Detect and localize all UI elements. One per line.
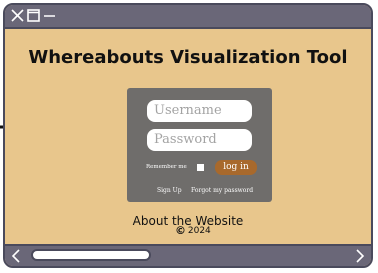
login-button[interactable]: log in [215,160,257,175]
copyright-notice: © 2024 [175,224,211,237]
scrollbar-thumb[interactable] [31,249,151,261]
app-window: Whereabouts Visualization Tool Remember … [3,3,373,268]
login-panel: Remember me log in Sign Up Forgot my pas… [127,88,272,202]
chevron-right-icon[interactable] [355,249,365,263]
remember-me-checkbox[interactable] [197,164,204,171]
minimize-icon[interactable] [43,9,56,22]
copyright-icon: © [175,224,186,237]
remember-me-label: Remember me [146,164,187,170]
horizontal-scrollbar[interactable] [5,244,371,266]
close-icon[interactable] [11,9,24,22]
chevron-left-icon[interactable] [11,249,21,263]
username-input[interactable] [147,100,252,122]
window-titlebar [5,5,371,29]
page-title: Whereabouts Visualization Tool [28,47,348,68]
forgot-password-link[interactable]: Forgot my password [191,187,253,194]
copyright-year: 2024 [187,226,211,236]
password-input[interactable] [147,129,252,151]
signup-link[interactable]: Sign Up [157,187,182,194]
maximize-icon[interactable] [27,9,40,22]
